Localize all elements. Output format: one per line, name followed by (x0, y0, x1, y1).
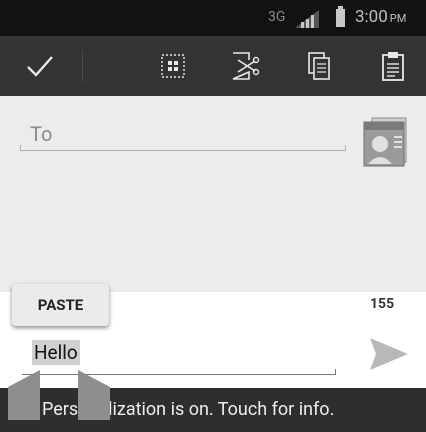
add-contact-button[interactable] (360, 114, 408, 168)
to-field-underline (20, 145, 346, 151)
cut-button[interactable] (222, 36, 268, 96)
clock-time: 3:00 (355, 7, 388, 27)
status-bar: 3G 3:00 PM (0, 0, 426, 36)
select-all-button[interactable] (150, 36, 196, 96)
contact-card-icon (363, 117, 407, 167)
network-type-label: 3G (268, 9, 286, 25)
text-selection-action-bar (0, 36, 426, 96)
recipient-area: To (0, 96, 426, 292)
signal-strength-icon (295, 10, 319, 28)
select-all-icon (161, 54, 185, 78)
copy-icon (308, 52, 330, 80)
action-bar-divider (82, 50, 83, 82)
character-counter: 155 (370, 296, 395, 312)
paste-action-button[interactable] (370, 36, 416, 96)
cut-icon (232, 52, 260, 80)
send-button[interactable] (366, 334, 410, 374)
checkmark-icon (27, 56, 53, 77)
done-button[interactable] (10, 36, 70, 96)
send-icon (370, 338, 408, 370)
clipboard-paste-icon (382, 52, 404, 81)
clock: 3:00 PM (355, 7, 406, 27)
to-field[interactable]: To (30, 122, 52, 146)
paste-popup-button[interactable]: PASTE (12, 284, 109, 326)
battery-icon (336, 6, 345, 27)
message-input[interactable]: Hello (32, 340, 80, 365)
personalization-toast[interactable]: Personalization is on. Touch for info. (0, 388, 426, 432)
message-input-underline (22, 369, 336, 375)
clock-ampm: PM (389, 12, 407, 25)
copy-button[interactable] (296, 36, 342, 96)
